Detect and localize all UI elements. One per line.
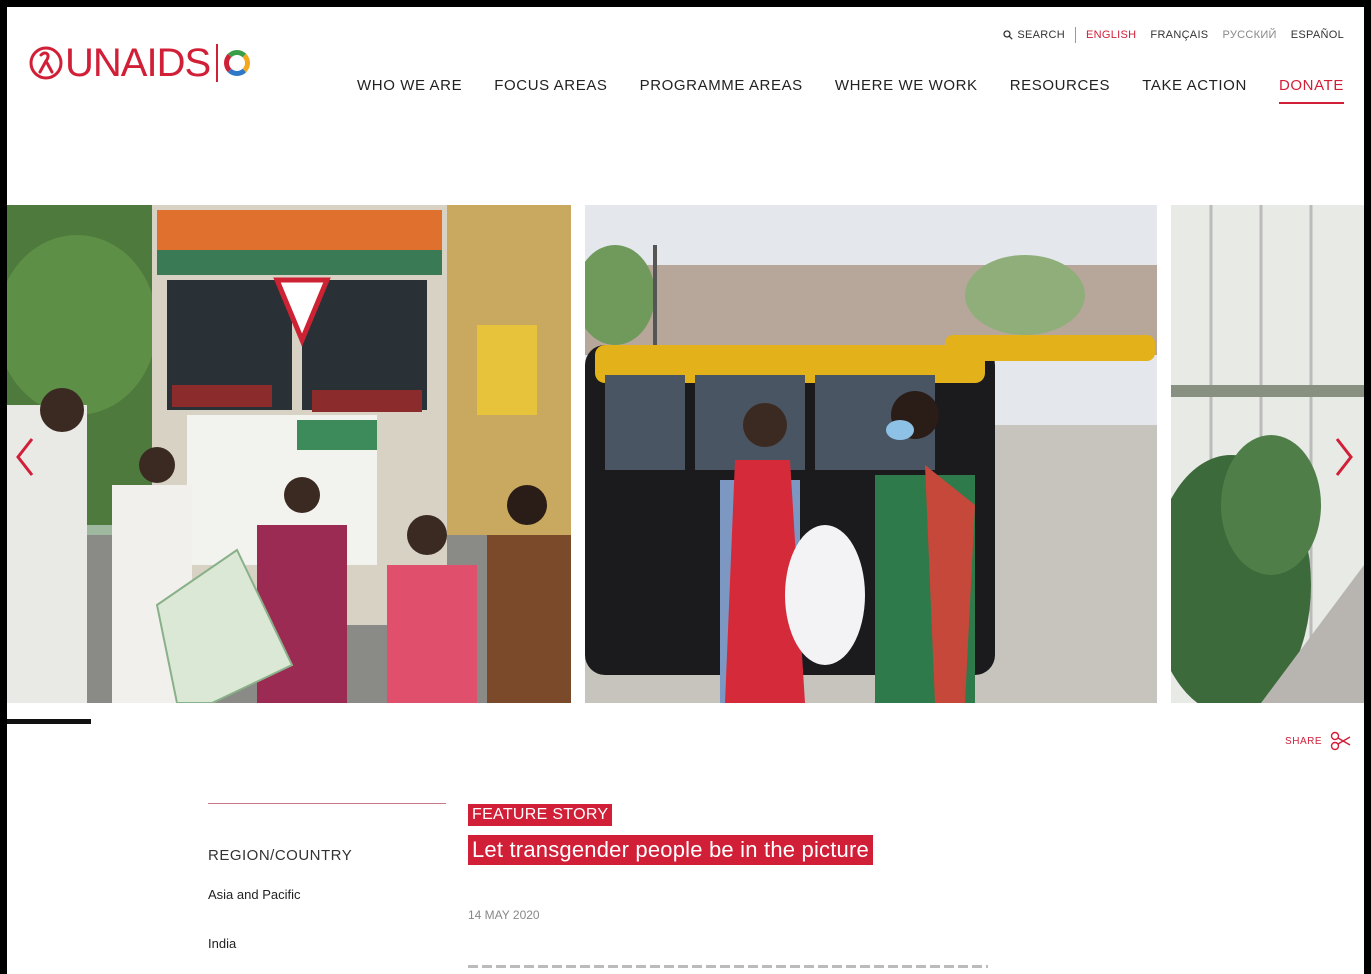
- nav-where-we-work[interactable]: WHERE WE WORK: [835, 77, 978, 104]
- nav-take-action[interactable]: TAKE ACTION: [1142, 77, 1247, 104]
- nav-focus-areas[interactable]: FOCUS AREAS: [494, 77, 607, 104]
- share-button[interactable]: SHARE: [1285, 731, 1352, 751]
- utility-divider: [1075, 27, 1077, 43]
- lang-espanol[interactable]: ESPAÑOL: [1291, 29, 1344, 41]
- lang-english[interactable]: ENGLISH: [1086, 29, 1136, 41]
- sidebar-divider: [208, 803, 446, 804]
- photo-taxi-handover: [585, 205, 1157, 703]
- search-link[interactable]: SEARCH: [1003, 29, 1065, 41]
- main-nav: WHO WE ARE FOCUS AREAS PROGRAMME AREAS W…: [357, 77, 1344, 104]
- search-label: SEARCH: [1017, 29, 1066, 41]
- carousel-prev-button[interactable]: [9, 437, 41, 477]
- unaids-logo[interactable]: UNAIDS: [29, 41, 251, 85]
- ribbon-logo-icon: [29, 46, 63, 80]
- article-title: Let transgender people be in the picture: [468, 835, 873, 865]
- search-icon: [1003, 30, 1014, 40]
- scissors-share-icon: [1330, 731, 1351, 751]
- nav-resources[interactable]: RESOURCES: [1010, 77, 1110, 104]
- region-link-india[interactable]: India: [208, 936, 236, 951]
- lang-francais[interactable]: FRANÇAIS: [1150, 29, 1208, 41]
- image-carousel: [7, 205, 1364, 703]
- chevron-right-icon: [1335, 438, 1353, 476]
- nav-who-we-are[interactable]: WHO WE ARE: [357, 77, 462, 104]
- utility-bar: SEARCH ENGLISH FRANÇAIS РУССКИЙ ESPAÑOL: [1003, 27, 1344, 43]
- share-label: SHARE: [1285, 735, 1322, 747]
- carousel-next-button[interactable]: [1328, 437, 1360, 477]
- feature-story-tag: FEATURE STORY: [468, 804, 613, 826]
- carousel-progress-indicator: [7, 719, 91, 724]
- lang-russian[interactable]: РУССКИЙ: [1222, 29, 1276, 41]
- slide-relief-truck: [7, 205, 571, 703]
- region-link-asia-pacific[interactable]: Asia and Pacific: [208, 887, 301, 902]
- page: UNAIDS SEARCH ENGLISH FRANÇAIS РУССКИЙ E…: [7, 7, 1364, 974]
- photo-relief-distribution: [7, 205, 571, 703]
- region-country-heading: REGION/COUNTRY: [208, 847, 353, 864]
- nav-donate[interactable]: DONATE: [1278, 77, 1344, 104]
- chevron-left-icon: [16, 438, 34, 476]
- nav-programme-areas[interactable]: PROGRAMME AREAS: [640, 77, 803, 104]
- brand-name: UNAIDS: [65, 41, 211, 85]
- article-date: 14 MAY 2020: [468, 908, 540, 922]
- color-ring-icon: [224, 50, 251, 76]
- slide-taxi-handover: [585, 205, 1157, 703]
- article-body-preview: [468, 965, 988, 968]
- logo-divider: [216, 44, 219, 82]
